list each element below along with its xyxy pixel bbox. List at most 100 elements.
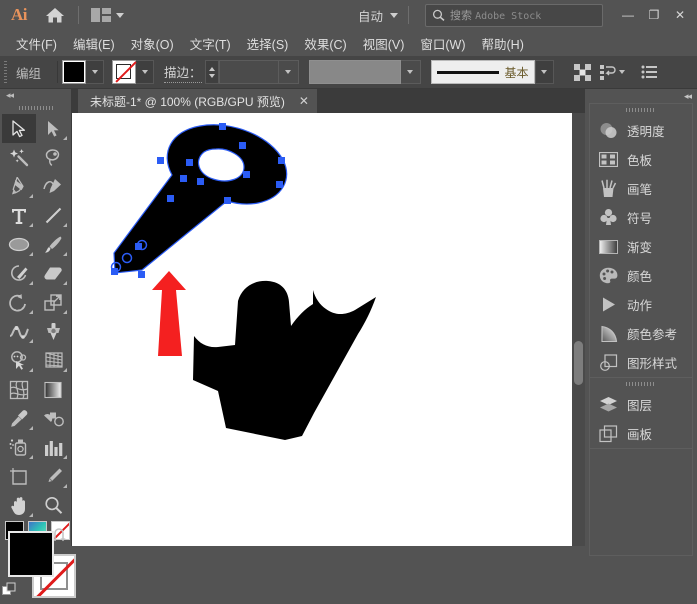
tool-curvature[interactable]	[36, 172, 70, 201]
tools-collapse-button[interactable]: ◂◂	[0, 89, 71, 102]
vertical-scrollbar-thumb[interactable]	[574, 341, 583, 385]
digit-nine-path[interactable]	[111, 123, 287, 278]
tool-mesh[interactable]	[2, 375, 36, 404]
panel-label: 色板	[627, 150, 652, 169]
panel-button-layers[interactable]: 图层	[590, 390, 692, 419]
brush-dropdown[interactable]	[535, 60, 554, 84]
fill-dropdown[interactable]	[86, 60, 104, 84]
panel-button-artboards[interactable]: 画板	[590, 419, 692, 448]
menu-effect[interactable]: 效果(C)	[296, 31, 354, 56]
align-icon[interactable]	[570, 59, 596, 85]
tool-width[interactable]	[2, 317, 36, 346]
panel-label: 画笔	[627, 179, 652, 198]
panel-button-color[interactable]: 颜色	[590, 261, 692, 290]
stroke-weight-label[interactable]: 描边：	[164, 62, 202, 83]
tool-shaper[interactable]	[2, 259, 36, 288]
stock-search-input[interactable]: 搜索 Adobe Stock	[425, 4, 603, 27]
panel-button-symbols[interactable]: 符号	[590, 203, 692, 232]
panel-button-actions[interactable]: 动作	[590, 290, 692, 319]
tool-rotate[interactable]	[2, 288, 36, 317]
stroke-weight-input[interactable]	[219, 60, 279, 84]
menu-help[interactable]: 帮助(H)	[474, 31, 532, 56]
tool-line-segment[interactable]	[36, 201, 70, 230]
menu-select[interactable]: 选择(S)	[239, 31, 297, 56]
menu-window[interactable]: 窗口(W)	[412, 31, 473, 56]
menu-object[interactable]: 对象(O)	[123, 31, 182, 56]
graphic-styles-icon	[599, 353, 618, 372]
tool-blend[interactable]	[36, 404, 70, 433]
menu-file[interactable]: 文件(F)	[8, 31, 65, 56]
tool-artboard[interactable]	[2, 462, 36, 491]
minimize-button[interactable]: —	[615, 0, 641, 30]
panel-button-brushes[interactable]: 画笔	[590, 174, 692, 203]
close-button[interactable]: ✕	[667, 0, 693, 30]
tool-eraser[interactable]	[36, 259, 70, 288]
panel-button-color-guide[interactable]: 颜色参考	[590, 319, 692, 348]
tool-scale[interactable]	[36, 288, 70, 317]
swatches-icon	[599, 150, 618, 169]
panel-button-graphic-styles[interactable]: 图形样式	[590, 348, 692, 377]
menu-view[interactable]: 视图(V)	[355, 31, 413, 56]
tool-flyout-indicator	[63, 136, 67, 140]
default-fill-stroke-icon[interactable]	[2, 582, 18, 598]
chevron-down-icon[interactable]	[619, 70, 625, 74]
tool-hand[interactable]	[2, 491, 36, 520]
tool-paintbrush[interactable]	[36, 230, 70, 259]
dock-collapse-button[interactable]: ◂◂	[585, 89, 697, 103]
tool-direct-selection[interactable]	[36, 114, 70, 143]
document-tab[interactable]: 未标题-1* @ 100% (RGB/GPU 预览) ✕	[78, 89, 317, 113]
menu-edit[interactable]: 编辑(E)	[65, 31, 123, 56]
maximize-button[interactable]: ❐	[641, 0, 667, 30]
tool-pen[interactable]	[2, 172, 36, 201]
tool-free-transform[interactable]	[36, 317, 70, 346]
tool-lasso[interactable]	[36, 143, 70, 172]
tool-zoom[interactable]	[36, 491, 70, 520]
variable-width-profile-dropdown[interactable]	[401, 60, 421, 84]
tool-symbol-sprayer[interactable]	[2, 433, 36, 462]
tool-selection[interactable]	[2, 114, 36, 143]
tool-type[interactable]	[2, 201, 36, 230]
canvas-area[interactable]	[72, 113, 585, 546]
tool-gradient[interactable]	[36, 375, 70, 404]
artboard[interactable]	[72, 113, 572, 546]
close-icon[interactable]: ✕	[299, 95, 309, 107]
tools-panel-grip[interactable]	[0, 102, 71, 114]
panel-options-icon[interactable]	[637, 59, 663, 85]
tool-flyout-indicator	[63, 310, 67, 314]
stroke-dropdown[interactable]	[136, 60, 154, 84]
dock-group-grip[interactable]	[590, 104, 692, 116]
black-artwork-path[interactable]	[193, 281, 376, 440]
titlebar-divider-2	[408, 6, 409, 24]
panel-button-transparency[interactable]: 透明度	[590, 116, 692, 145]
tool-perspective-grid[interactable]	[36, 346, 70, 375]
variable-width-profile-input[interactable]	[309, 60, 401, 84]
app-logo: Ai	[0, 0, 38, 30]
tool-magic-wand[interactable]	[2, 143, 36, 172]
stroke-weight-dropdown[interactable]	[279, 60, 299, 84]
arrange-documents-button[interactable]	[85, 0, 130, 30]
tool-eyedropper[interactable]	[2, 404, 36, 433]
vertical-scrollbar[interactable]	[572, 113, 585, 546]
panel-button-gradient[interactable]: 渐变	[590, 232, 692, 261]
brush-definition-select[interactable]: 基本	[431, 60, 535, 84]
stroke-weight-stepper[interactable]	[205, 60, 219, 84]
control-bar-grip[interactable]	[0, 56, 10, 88]
dock-group-grip-2[interactable]	[590, 378, 692, 390]
tool-flyout-indicator	[29, 426, 33, 430]
stroke-color-control[interactable]	[112, 60, 154, 84]
stroke-swatch[interactable]	[112, 60, 136, 84]
fill-color-box[interactable]	[8, 531, 54, 577]
tool-slice[interactable]	[36, 462, 70, 491]
fill-color-control[interactable]	[62, 60, 104, 84]
tool-ellipse[interactable]	[2, 230, 36, 259]
swap-fill-stroke-icon[interactable]	[52, 528, 68, 544]
fill-swatch[interactable]	[62, 60, 86, 84]
selection-type-label: 编组	[10, 63, 53, 82]
menu-type[interactable]: 文字(T)	[182, 31, 239, 56]
panel-button-swatches[interactable]: 色板	[590, 145, 692, 174]
home-icon[interactable]	[38, 0, 72, 30]
tool-flyout-indicator	[29, 513, 33, 517]
workspace-switcher[interactable]: 自动	[358, 6, 402, 25]
tool-shape-builder[interactable]	[2, 346, 36, 375]
tool-column-graph[interactable]	[36, 433, 70, 462]
